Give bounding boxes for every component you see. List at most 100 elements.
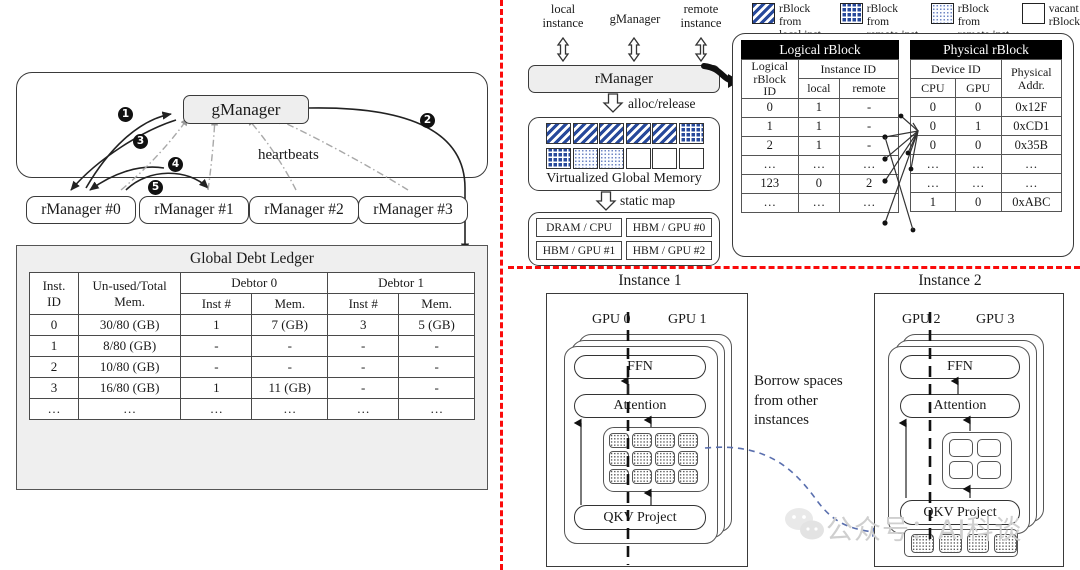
gmanager-label-text: gManager [609,12,661,26]
cell-addr: 0xABC [1000,192,1063,212]
cell-d1-mem: 5 (GB) [398,314,475,336]
cell-inst-id: 0 [29,314,79,336]
table-row: 1 1 - [741,116,899,137]
cell-d0-inst: 1 [180,377,253,399]
vgm-block [678,147,704,169]
instance-1-gpu-1-label: GPU 1 [668,312,707,327]
table-row: 123 0 2 [741,173,899,194]
cell-d0-inst: … [180,398,253,420]
cell-d0-inst: - [180,356,253,378]
vgm-block [599,123,625,144]
header-inst-id: Inst. ID [29,272,79,315]
instance-2-gpu-3-label: GPU 3 [976,312,1015,327]
kv-block [632,433,652,448]
cell-cpu: 1 [910,192,956,212]
step-badge-2: 2 [420,113,435,128]
watermark-text: 公众号：AI科谈 [826,515,1023,546]
cell-gpu: 1 [954,116,1002,136]
borrow-line1: Borrow spaces [754,373,843,389]
cell-addr: 0x35B [1000,135,1063,155]
cell-gpu: 0 [954,97,1002,117]
cell-cpu: 0 [910,116,956,136]
step-badge-1: 1 [118,107,133,122]
borrow-line2: from other [754,392,818,409]
vgm-block [678,123,704,144]
instance-1-gpu-0-label: GPU 0 [592,312,631,327]
local-instance-line2: instance [542,16,584,30]
rblock-mapping-panel: Logical rBlock Logical rBlock ID Instanc… [732,33,1074,257]
rmanager-1[interactable]: rManager #1 [139,196,249,224]
cell-d0-mem: 11 (GB) [251,377,329,399]
kv-block-empty [977,461,1001,479]
header-debtor-0: Debtor 0 [180,272,329,294]
header-d1-inst: Inst # [327,293,400,315]
cell-local: 1 [797,116,841,137]
alloc-release-arrow-icon [602,93,624,113]
kv-block [655,469,675,484]
cell-local: 1 [797,135,841,156]
legend-line2: rBlock [1048,15,1080,28]
label-remote-instance: remote instance [668,2,734,30]
instance-1-attention: Attention [574,394,706,418]
gmanager-box[interactable]: gManager [183,95,309,124]
gmanager-panel [16,72,488,178]
instance-id-header: Instance ID [797,58,900,80]
ledger-title: Global Debt Ledger [190,250,314,267]
label-gmanager: gManager [600,12,670,26]
cell-d0-mem: - [251,335,329,357]
cell-d1-mem: - [398,335,475,357]
cell-gpu: … [954,154,1002,174]
cell-d1-inst: - [327,356,400,378]
rmanager-0[interactable]: rManager #0 [26,196,136,224]
borrow-spaces-label: Borrow spaces from other instances [754,372,874,431]
cell-d1-inst: … [327,398,400,420]
vgm-block [572,123,598,144]
cell-gpu: … [954,173,1002,193]
cell-addr: 0xCD1 [1000,116,1063,136]
cell-remote: … [839,154,899,175]
label-local-instance: local instance [530,2,596,30]
cell-addr: … [1000,173,1063,193]
kv-block [632,451,652,466]
diagonal-stripes-swatch-icon [752,3,775,24]
cell-d1-inst: - [327,335,400,357]
kv-block-empty [949,439,973,457]
cell-inst-id: … [29,398,79,420]
physical-rblock-header: Physical rBlock [910,40,1062,59]
rmanager-3[interactable]: rManager #3 [358,196,468,224]
kv-block-empty [949,461,973,479]
instance-2-kv-grid [943,433,1011,479]
cell-inst-id: 3 [29,377,79,399]
cell-d0-mem: - [251,356,329,378]
kv-block [609,451,629,466]
mem-line2: Mem. [114,293,145,309]
instance-1-ffn: FFN [574,355,706,379]
kv-block [609,433,629,448]
legend-line1: rBlock from [866,3,898,28]
lid-line3: ID [763,84,777,99]
logical-rblock-header: Logical rBlock [741,40,899,59]
vgm-block [599,147,625,169]
cell-local: … [797,154,841,175]
addr-line2: Addr. [1017,77,1045,92]
cell-remote: - [839,135,899,156]
rmanager-box[interactable]: rManager [528,65,720,93]
rmanager-2[interactable]: rManager #2 [249,196,359,224]
cell-cpu: 0 [910,97,956,117]
cell-local: 0 [797,173,841,194]
device-hbm-gpu-1: HBM / GPU #1 [536,241,622,260]
instance-1-title: Instance 1 [618,272,682,289]
legend-label-vacant: vacant rBlock [1049,3,1080,29]
cell-remote: 2 [839,173,899,194]
logical-rblock-section: Logical rBlock Logical rBlock ID Instanc… [741,40,900,213]
table-row: … … … … … … [29,398,475,420]
instance-1-qkv-project: QKV Project [574,505,706,530]
device-hbm-gpu-2: HBM / GPU #2 [626,241,712,260]
header-d1-mem: Mem. [398,293,475,315]
cell-logical-id: … [741,192,799,213]
device-hbm-gpu-0: HBM / GPU #0 [626,218,712,237]
table-row: … … … [910,154,1063,174]
instance-2-kv-cache-panel [942,432,1012,489]
instance-1-kv-grid [604,428,708,484]
global-debt-ledger-panel: Global Debt Ledger Inst. ID Un-used/Tota… [16,245,488,490]
